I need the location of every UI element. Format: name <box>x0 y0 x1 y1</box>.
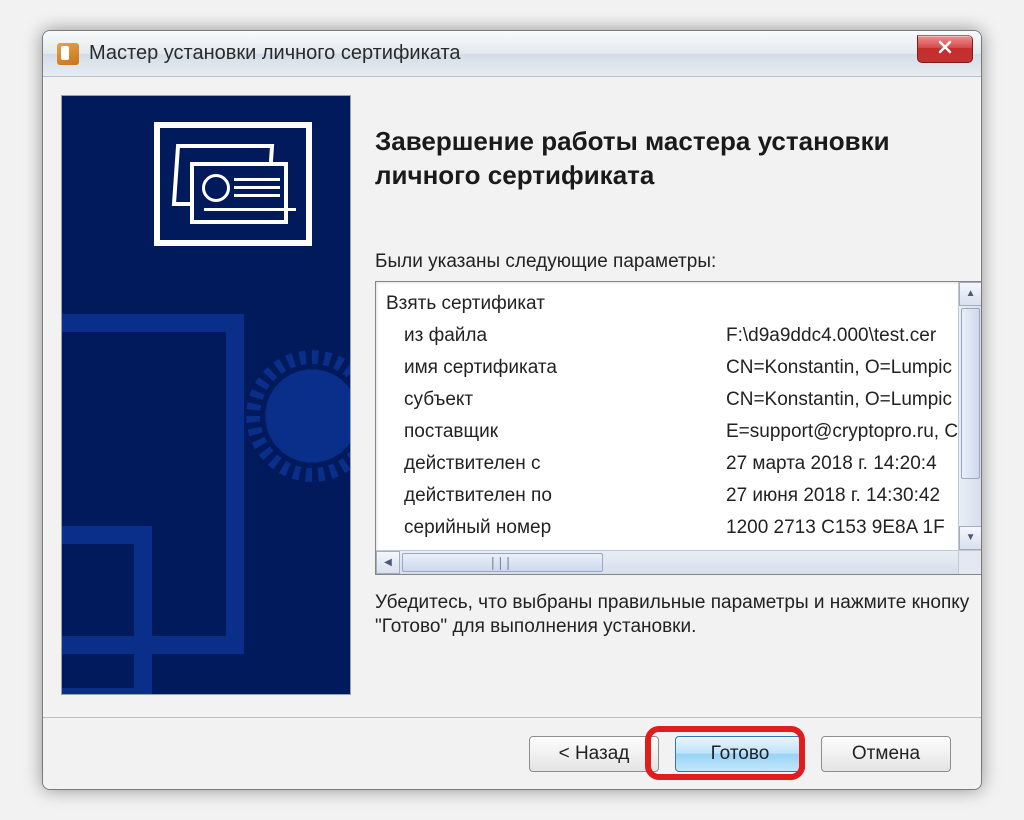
finish-button[interactable]: Готово <box>675 736 805 772</box>
vertical-scrollbar[interactable]: ▲ ▼ <box>958 282 982 550</box>
horizontal-scroll-track[interactable]: ||| <box>400 551 958 574</box>
list-item[interactable]: серийный номер 1200 2713 C153 9E8A 1F <box>386 512 958 544</box>
wizard-window: Мастер установки личного сертификата Зав… <box>42 30 982 790</box>
list-item[interactable]: из файла F:\d9a9ddc4.000\test.cer <box>386 320 958 352</box>
list-item[interactable]: действителен с 27 марта 2018 г. 14:20:4 <box>386 448 958 480</box>
list-item[interactable]: субъект CN=Konstantin, O=Lumpic <box>386 384 958 416</box>
titlebar[interactable]: Мастер установки личного сертификата <box>43 31 981 77</box>
certificate-icon <box>154 122 312 246</box>
list-item[interactable]: Взять сертификат <box>386 288 958 320</box>
scrollbar-corner <box>958 550 982 574</box>
page-heading: Завершение работы мастера установки личн… <box>375 125 982 193</box>
vertical-scroll-track[interactable] <box>959 306 982 526</box>
cancel-button[interactable]: Отмена <box>821 736 951 772</box>
scroll-down-button[interactable]: ▼ <box>959 526 982 550</box>
list-item[interactable]: имя сертификата CN=Konstantin, O=Lumpic <box>386 352 958 384</box>
wizard-sidebar <box>61 95 351 695</box>
sidebar-art <box>62 96 350 694</box>
list-item[interactable]: действителен по 27 июня 2018 г. 14:30:42 <box>386 480 958 512</box>
app-icon <box>57 43 79 65</box>
list-item[interactable]: поставщик E=support@cryptopro.ru, C <box>386 416 958 448</box>
instruction-note: Убедитесь, что выбраны правильные параме… <box>375 591 982 640</box>
close-icon <box>938 40 952 58</box>
back-button[interactable]: < Назад <box>529 736 659 772</box>
wizard-footer: < Назад Готово Отмена <box>43 717 981 789</box>
parameters-list: Взять сертификат из файла F:\d9a9ddc4.00… <box>376 282 958 550</box>
vertical-scroll-thumb[interactable] <box>961 308 980 480</box>
wizard-content: Завершение работы мастера установки личн… <box>351 95 982 717</box>
window-title: Мастер установки личного сертификата <box>89 42 461 65</box>
scroll-up-button[interactable]: ▲ <box>959 282 982 306</box>
parameters-label: Были указаны следующие параметры: <box>375 251 982 273</box>
scroll-left-button[interactable]: ◀ <box>376 551 400 574</box>
wizard-body: Завершение работы мастера установки личн… <box>43 77 981 717</box>
close-button[interactable] <box>917 35 973 63</box>
horizontal-scroll-thumb[interactable]: ||| <box>402 553 603 572</box>
parameters-listbox[interactable]: Взять сертификат из файла F:\d9a9ddc4.00… <box>375 281 982 575</box>
horizontal-scrollbar[interactable]: ◀ ||| ▶ <box>376 550 982 574</box>
